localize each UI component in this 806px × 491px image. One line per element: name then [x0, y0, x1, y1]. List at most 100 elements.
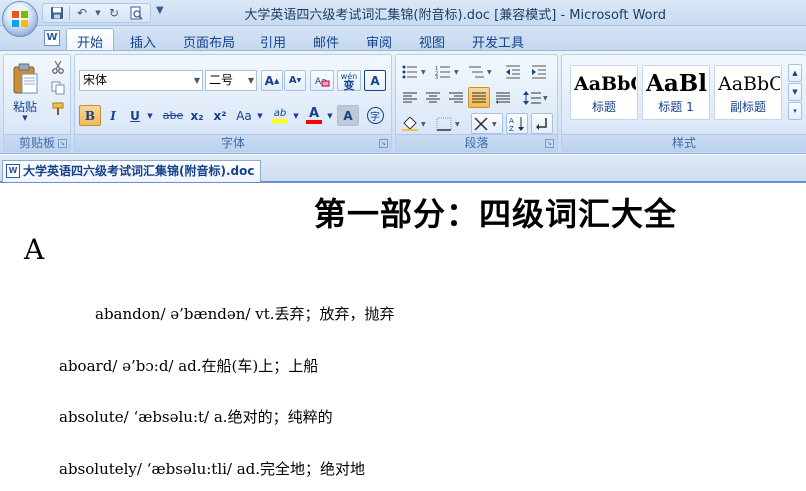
tab-references[interactable]: 引用 — [250, 30, 296, 51]
font-size-value: 二号 — [209, 73, 234, 87]
document-tab-label: 大学英语四六级考试词汇集锦(附音标).doc — [23, 164, 255, 178]
tab-insert[interactable]: 插入 — [120, 30, 166, 51]
numbering-button[interactable]: 1 2 3 ▼ — [432, 61, 464, 82]
subscript-icon: x₂ — [190, 108, 204, 123]
tab-home[interactable]: 开始 — [66, 28, 115, 51]
highlight-dropdown-icon[interactable]: ▼ — [291, 105, 301, 126]
clipboard-launcher-icon[interactable]: ↘ — [58, 139, 67, 148]
multilevel-list-button[interactable]: ▼ — [465, 61, 497, 82]
line-spacing-button[interactable]: ▼ — [520, 87, 552, 108]
font-color-dropdown-icon[interactable]: ▼ — [325, 105, 335, 126]
shading-button[interactable]: ▼ — [399, 113, 431, 134]
increase-indent-button[interactable] — [527, 61, 551, 82]
change-case-dropdown-icon[interactable]: ▼ — [255, 105, 265, 126]
enclose-char-button[interactable]: 字 — [364, 105, 386, 126]
tab-review[interactable]: 审阅 — [356, 30, 402, 51]
paragraph-launcher-icon[interactable]: ↘ — [545, 139, 554, 148]
styles-more-icon[interactable]: ▾ — [788, 102, 802, 120]
ribbon-tab-bar: W 开始 插入 页面布局 引用 邮件 审阅 视图 开发工具 — [0, 26, 806, 51]
bullets-icon: ▼ — [402, 65, 426, 78]
svg-text:▼: ▼ — [492, 121, 497, 128]
document-heading: 第一部分：四级词汇大全 — [314, 195, 678, 233]
font-color-button[interactable]: A — [303, 105, 325, 126]
svg-text:A: A — [509, 117, 514, 125]
underline-icon: U — [130, 108, 140, 123]
show-hide-marks-button[interactable] — [531, 113, 553, 134]
align-left-button[interactable] — [399, 87, 421, 108]
asian-layout-button[interactable]: ▼ — [471, 113, 503, 134]
subscript-button[interactable]: x₂ — [186, 105, 208, 126]
char-border-icon: A — [370, 73, 380, 88]
strikethrough-icon: abe — [162, 109, 184, 122]
svg-text:Z: Z — [509, 125, 514, 132]
format-painter-icon[interactable] — [48, 99, 68, 119]
strikethrough-button[interactable]: abe — [161, 105, 185, 126]
document-page[interactable]: 第一部分：四级词汇大全 A abandon/ ə’bændən/ vt.丢弃；放… — [0, 185, 806, 491]
clear-formatting-button[interactable]: Aa — [310, 70, 334, 91]
char-border-button[interactable]: A — [364, 70, 386, 91]
phonetic-char: 变 — [343, 78, 355, 92]
cut-icon[interactable] — [48, 57, 68, 77]
highlight-button[interactable]: ab — [269, 105, 291, 126]
sort-button[interactable]: AZ — [506, 113, 528, 134]
svg-text:▼: ▼ — [421, 69, 426, 76]
align-center-button[interactable] — [422, 87, 444, 108]
style-heading-1[interactable]: AaBl 标题 1 — [642, 65, 710, 120]
change-case-button[interactable]: Aa — [233, 105, 255, 126]
document-tab[interactable]: W 大学英语四六级考试词汇集锦(附音标).doc — [2, 160, 262, 182]
align-right-button[interactable] — [445, 87, 467, 108]
enclose-char-icon: 字 — [366, 107, 384, 124]
borders-button[interactable]: ▼ — [433, 113, 465, 134]
bold-button[interactable]: B — [79, 105, 101, 126]
style-subtitle[interactable]: AaBbC 副标题 — [714, 65, 782, 120]
office-button[interactable] — [2, 1, 38, 37]
italic-icon: I — [110, 108, 116, 123]
numbering-icon: 123▼ — [435, 66, 459, 79]
align-center-icon — [426, 92, 440, 102]
copy-icon[interactable] — [48, 78, 68, 98]
distributed-button[interactable] — [492, 87, 514, 108]
paragraph-group-label: 段落 — [396, 134, 557, 151]
styles-scroll-up-icon[interactable]: ▲ — [788, 64, 802, 82]
paste-button[interactable]: 粘贴 — [7, 58, 43, 120]
underline-button[interactable]: U — [125, 105, 145, 126]
bullets-button[interactable]: ▼ — [399, 61, 431, 82]
style-heading-1-label: 标题 1 — [658, 100, 694, 114]
char-shading-icon: A — [343, 108, 353, 123]
phonetic-guide-button[interactable]: wén 变 — [337, 70, 361, 91]
sort-icon: AZ — [509, 116, 524, 132]
vocab-entry: absolute/ ‘æbsəlu:t/ a.绝对的；纯粹的 — [59, 408, 333, 426]
italic-button[interactable]: I — [102, 105, 124, 126]
line-spacing-icon: ▼ — [523, 90, 548, 105]
tab-view[interactable]: 视图 — [409, 30, 455, 51]
font-launcher-icon[interactable]: ↘ — [379, 139, 388, 148]
font-size-combo[interactable]: 二号 ▼ — [205, 70, 257, 91]
highlight-icon: ab — [273, 108, 287, 119]
asian-layout-icon: ▼ — [474, 116, 497, 131]
char-shading-button[interactable]: A — [337, 105, 359, 126]
shrink-font-icon: A — [288, 75, 297, 86]
vocab-entry: aboard/ ə’bɔ:d/ ad.在船(车)上；上船 — [59, 357, 319, 375]
styles-group: AaBbC 标题 AaBl 标题 1 AaBbC 副标题 ▲ ▼ ▾ 样式 — [561, 54, 806, 152]
bold-icon: B — [84, 108, 96, 123]
tab-developer[interactable]: 开发工具 — [462, 30, 534, 51]
shrink-font-button[interactable]: A ▼ — [284, 70, 306, 91]
tab-page-layout[interactable]: 页面布局 — [173, 30, 245, 51]
justify-button[interactable] — [468, 87, 490, 108]
grow-font-button[interactable]: A ▲ — [261, 70, 283, 91]
tab-mailings[interactable]: 邮件 — [303, 30, 349, 51]
word-doc-icon: W — [44, 30, 60, 46]
decrease-indent-button[interactable] — [501, 61, 525, 82]
styles-scroll-down-icon[interactable]: ▼ — [788, 83, 802, 101]
clipboard-group: 粘贴 ▼ 剪贴板 ↘ — [3, 54, 71, 152]
decrease-indent-icon — [506, 65, 520, 78]
font-name-combo[interactable]: 宋体 ▼ — [79, 70, 203, 91]
distributed-icon — [496, 92, 510, 104]
justify-icon — [472, 92, 486, 102]
paste-dropdown-icon[interactable]: ▼ — [8, 113, 42, 123]
paragraph-group: ▼ 1 2 3 ▼ ▼ ▼ ▼ ▼ ▼ A Z 段落 ↘ — [395, 54, 558, 152]
superscript-button[interactable]: x² — [209, 105, 231, 126]
underline-dropdown-icon[interactable]: ▼ — [145, 105, 155, 126]
style-title[interactable]: AaBbC 标题 — [570, 65, 638, 120]
title-bar: ↶ ▼ ↻ ▼ 大学英语四六级考试词汇集锦(附音标).doc [兼容模式] - … — [0, 0, 806, 26]
